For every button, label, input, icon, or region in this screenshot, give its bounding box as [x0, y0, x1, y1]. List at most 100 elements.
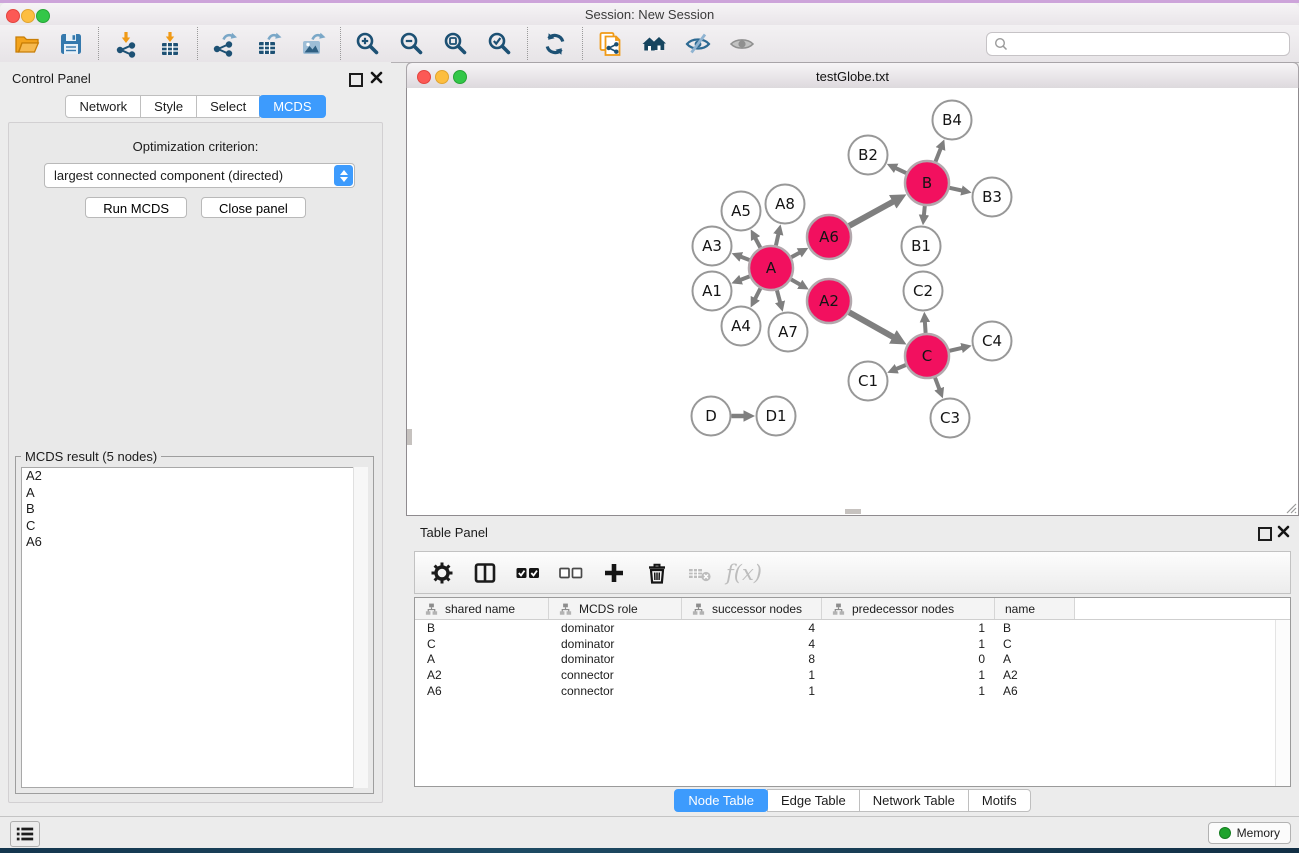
graph-edge-A-A8[interactable] — [776, 234, 779, 245]
graph-edge-C-C4[interactable] — [949, 348, 962, 351]
column-header-name[interactable]: name — [995, 598, 1075, 619]
cell-name: A — [995, 652, 1075, 666]
memory-label: Memory — [1237, 826, 1280, 840]
import-network-icon[interactable] — [111, 29, 141, 59]
cell-predecessor_nodes: 0 — [822, 652, 995, 666]
table-row[interactable]: A2connector11A2 — [415, 667, 1276, 683]
tab-network[interactable]: Network — [65, 95, 141, 118]
graph-edge-C-C2[interactable] — [925, 322, 926, 333]
status-bar: Memory — [0, 816, 1299, 849]
table-row[interactable]: A6connector11A6 — [415, 683, 1276, 699]
table-row[interactable]: Adominator80A — [415, 651, 1276, 667]
list-icon — [14, 824, 36, 844]
resize-grip-icon[interactable] — [1283, 500, 1297, 514]
cell-successor_nodes: 4 — [682, 637, 822, 651]
tab-mcds[interactable]: MCDS — [259, 95, 325, 118]
graph-edge-B-B1[interactable] — [924, 206, 925, 215]
column-header-shared-name[interactable]: shared name — [415, 598, 549, 619]
search-input[interactable] — [1009, 36, 1289, 52]
mcds-result-item[interactable]: A6 — [22, 534, 367, 551]
dropdown-stepper-icon[interactable] — [334, 165, 353, 186]
graph-node-label: B — [922, 174, 932, 192]
graph-edge-A-A1[interactable] — [741, 276, 750, 279]
network-window-titlebar[interactable]: testGlobe.txt — [406, 62, 1299, 90]
graph-edge-A-A6[interactable] — [791, 253, 799, 258]
import-table-icon[interactable] — [155, 29, 185, 59]
graph-edge-B-B3[interactable] — [950, 188, 962, 191]
zoom-fit-icon[interactable] — [441, 29, 471, 59]
graph-edge-B-B2[interactable] — [896, 168, 906, 173]
tab-node-table[interactable]: Node Table — [674, 789, 768, 812]
first-neighbors-icon[interactable] — [639, 29, 669, 59]
zoom-out-icon[interactable] — [397, 29, 427, 59]
table-scrollbar[interactable] — [1275, 620, 1290, 786]
export-table-icon[interactable] — [254, 29, 284, 59]
float-panel-icon[interactable] — [349, 73, 363, 87]
add-column-icon[interactable] — [601, 560, 627, 586]
graph-edge-A6-B[interactable] — [849, 202, 893, 226]
export-image-icon[interactable] — [298, 29, 328, 59]
tab-style[interactable]: Style — [140, 95, 197, 118]
cell-shared_name: B — [415, 621, 549, 635]
close-panel-icon[interactable] — [370, 71, 383, 84]
show-columns-icon[interactable] — [472, 560, 498, 586]
function-builder-icon: f(x) — [726, 561, 762, 585]
mcds-result-item[interactable]: A2 — [22, 468, 367, 485]
graph-edge-A-A7[interactable] — [777, 290, 780, 302]
network-canvas[interactable]: B4B2BB3A8A5A6B1A3AA1C2A2A4A7C4CC1C3DD1 — [406, 88, 1299, 516]
refresh-view-icon[interactable] — [540, 29, 570, 59]
cell-shared_name: C — [415, 637, 549, 651]
canvas-vertical-scrollbar[interactable] — [407, 429, 412, 445]
window-title: Session: New Session — [0, 7, 1299, 22]
graph-edge-A-A5[interactable] — [755, 238, 760, 247]
cell-predecessor_nodes: 1 — [822, 621, 995, 635]
tab-motifs[interactable]: Motifs — [968, 789, 1031, 812]
delete-column-icon[interactable] — [644, 560, 670, 586]
column-header-mcds-role[interactable]: MCDS role — [549, 598, 682, 619]
table-row[interactable]: Bdominator41B — [415, 620, 1276, 636]
search-field[interactable] — [986, 32, 1290, 56]
graph-edge-A-A2[interactable] — [791, 279, 800, 284]
memory-button[interactable]: Memory — [1208, 822, 1291, 844]
graph-edge-A2-C[interactable] — [849, 312, 893, 337]
zoom-in-icon[interactable] — [353, 29, 383, 59]
new-network-from-selection-icon[interactable] — [595, 29, 625, 59]
float-table-panel-icon[interactable] — [1258, 527, 1272, 541]
mcds-result-item[interactable]: A — [22, 485, 367, 502]
mcds-result-item[interactable]: B — [22, 501, 367, 518]
criterion-dropdown[interactable]: largest connected component (directed) — [44, 163, 355, 188]
mcds-result-item[interactable]: C — [22, 518, 367, 535]
zoom-selected-icon[interactable] — [485, 29, 515, 59]
show-panels-button[interactable] — [10, 821, 40, 847]
mcds-result-list[interactable]: A2ABCA6 — [21, 467, 368, 788]
tab-select[interactable]: Select — [196, 95, 260, 118]
graph-edge-A-A3[interactable] — [741, 257, 749, 260]
close-table-panel-icon[interactable] — [1277, 525, 1290, 538]
hierarchy-icon — [559, 603, 572, 615]
graph-edge-C-C1[interactable] — [897, 365, 906, 369]
table-row[interactable]: Cdominator41C — [415, 636, 1276, 652]
deselect-all-columns-icon[interactable] — [558, 560, 584, 586]
cell-mcds_role: dominator — [549, 621, 682, 635]
save-session-icon[interactable] — [56, 29, 86, 59]
result-scrollbar[interactable] — [353, 467, 368, 788]
close-panel-button[interactable]: Close panel — [201, 197, 306, 218]
open-file-icon[interactable] — [12, 29, 42, 59]
cell-successor_nodes: 4 — [682, 621, 822, 635]
hide-selected-icon[interactable] — [683, 29, 713, 59]
select-all-columns-icon[interactable] — [515, 560, 541, 586]
network-graph[interactable]: B4B2BB3A8A5A6B1A3AA1C2A2A4A7C4CC1C3DD1 — [407, 88, 1298, 515]
export-network-icon[interactable] — [210, 29, 240, 59]
settings-icon[interactable] — [429, 560, 455, 586]
run-mcds-button[interactable]: Run MCDS — [85, 197, 187, 218]
tab-network-table[interactable]: Network Table — [859, 789, 969, 812]
tab-edge-table[interactable]: Edge Table — [767, 789, 860, 812]
graph-edge-A-A4[interactable] — [755, 288, 760, 298]
graph-edge-C-C3[interactable] — [935, 378, 939, 389]
canvas-horizontal-scrollbar[interactable] — [845, 509, 861, 514]
graph-edge-B-B4[interactable] — [936, 149, 941, 162]
column-header-successor-nodes[interactable]: successor nodes — [682, 598, 822, 619]
mcds-panel: Optimization criterion: largest connecte… — [8, 122, 383, 803]
column-header-predecessor-nodes[interactable]: predecessor nodes — [822, 598, 995, 619]
show-all-icon[interactable] — [727, 29, 757, 59]
